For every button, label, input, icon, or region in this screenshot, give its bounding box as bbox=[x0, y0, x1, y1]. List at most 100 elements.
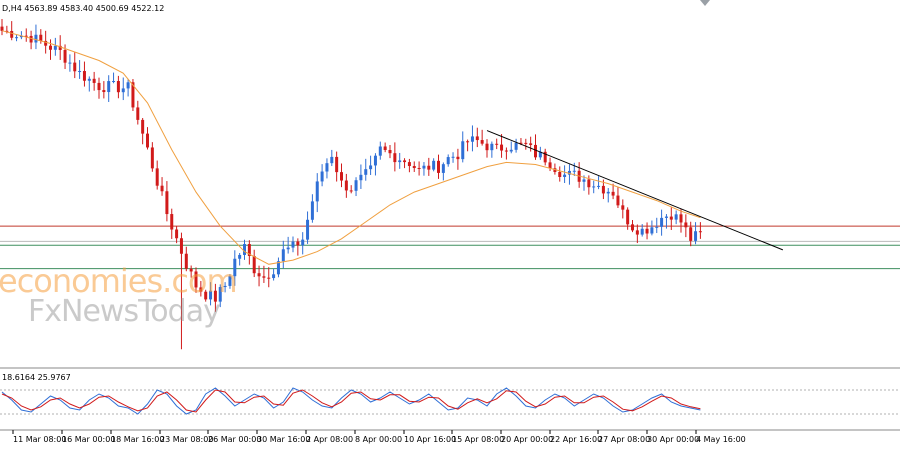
candle-body bbox=[572, 170, 576, 172]
candle-body bbox=[34, 34, 38, 43]
candle-body bbox=[412, 166, 416, 168]
candle-body bbox=[29, 35, 33, 43]
candle-body bbox=[160, 185, 164, 192]
candle-body bbox=[466, 141, 470, 143]
x-tick-label: 20 Apr 00:00 bbox=[501, 435, 553, 444]
price-header: D,H4 4563.89 4583.40 4500.69 4522.12 bbox=[2, 4, 165, 13]
candle-body bbox=[165, 191, 169, 215]
candle-body bbox=[597, 185, 601, 187]
candle-body bbox=[107, 81, 111, 93]
candle-body bbox=[252, 256, 256, 274]
candle-body bbox=[281, 249, 285, 262]
candle-body bbox=[427, 165, 431, 170]
candle-body bbox=[310, 201, 314, 220]
candle-body bbox=[660, 217, 664, 227]
candle-body bbox=[262, 276, 266, 278]
candle-body bbox=[698, 231, 702, 233]
candle-body bbox=[68, 62, 72, 64]
x-tick-label: 18 Mar 16:00 bbox=[111, 435, 164, 444]
candle-body bbox=[10, 31, 14, 38]
candle-body bbox=[354, 180, 358, 191]
candle-body bbox=[63, 49, 67, 63]
candle-body bbox=[470, 136, 474, 142]
candle-body bbox=[432, 160, 436, 170]
candle-body bbox=[529, 143, 533, 145]
candle-body bbox=[170, 214, 174, 230]
candle-body bbox=[480, 140, 484, 144]
candle-body bbox=[102, 90, 106, 93]
candle-body bbox=[87, 78, 91, 81]
candle-body bbox=[373, 155, 377, 166]
stochastic-header: 18.6164 25.9767 bbox=[2, 373, 71, 382]
candle-body bbox=[121, 88, 125, 93]
stochastic-main-line bbox=[1, 387, 701, 415]
x-tick-label: 11 Mar 08:00 bbox=[13, 435, 66, 444]
candle-body bbox=[611, 191, 615, 196]
candle-body bbox=[587, 179, 591, 188]
candle-body bbox=[301, 239, 305, 246]
candle-body bbox=[155, 168, 159, 186]
candle-body bbox=[684, 222, 688, 228]
candle-body bbox=[655, 226, 659, 228]
candle-body bbox=[320, 171, 324, 182]
candle-body bbox=[97, 82, 101, 91]
candle-body bbox=[179, 238, 183, 254]
candle-body bbox=[325, 163, 329, 172]
candle-body bbox=[689, 227, 693, 241]
candle-body bbox=[267, 277, 271, 279]
candle-body bbox=[417, 167, 421, 169]
chart-window[interactable]: 11 Mar 08:00 16 Mar 00:00 18 Mar 16:00 23 M… bbox=[0, 0, 900, 450]
candle-body bbox=[175, 229, 179, 239]
candle-body bbox=[664, 216, 668, 218]
candle-body bbox=[592, 186, 596, 188]
candle-body bbox=[15, 37, 19, 39]
candle-body bbox=[306, 219, 310, 240]
chart-shift-marker-icon[interactable] bbox=[700, 0, 710, 6]
candle-body bbox=[548, 162, 552, 169]
price-chart[interactable]: 11 Mar 08:0016 Mar 00:0018 Mar 16:0023 M… bbox=[0, 0, 900, 450]
candle-body bbox=[146, 133, 149, 148]
candle-body bbox=[141, 119, 145, 134]
x-tick-label: 22 Apr 16:00 bbox=[550, 435, 602, 444]
candle-body bbox=[694, 231, 698, 241]
candle-body bbox=[504, 150, 508, 152]
candle-body bbox=[150, 147, 154, 169]
candle-body bbox=[388, 149, 392, 154]
candle-body bbox=[39, 34, 43, 41]
x-tick-label: 27 Apr 08:00 bbox=[598, 435, 650, 444]
candle-body bbox=[446, 157, 450, 165]
x-tick-label: 30 Mar 16:00 bbox=[257, 435, 310, 444]
candle-body bbox=[359, 174, 363, 181]
candle-body bbox=[369, 165, 373, 170]
candle-body bbox=[112, 81, 116, 83]
candle-body bbox=[490, 143, 494, 151]
candle-body bbox=[364, 169, 368, 175]
candle-body bbox=[383, 146, 387, 150]
candle-body bbox=[296, 241, 300, 246]
candle-body bbox=[500, 144, 504, 151]
candle-body bbox=[509, 149, 513, 152]
candle-body bbox=[335, 156, 339, 173]
stochastic-signal-line bbox=[1, 389, 701, 413]
candle-body bbox=[136, 107, 140, 120]
candle-body bbox=[495, 143, 499, 145]
candle-body bbox=[238, 254, 242, 259]
candle-body bbox=[475, 136, 479, 141]
x-tick-label: 2 Apr 08:00 bbox=[306, 435, 353, 444]
candle-body bbox=[286, 247, 290, 250]
candle-body bbox=[315, 181, 319, 202]
candle-body bbox=[534, 144, 537, 158]
candle-body bbox=[422, 165, 426, 169]
candle-body bbox=[461, 141, 465, 160]
candle-body bbox=[437, 160, 440, 173]
candle-body bbox=[53, 45, 57, 50]
candle-body bbox=[582, 179, 586, 182]
candle-body bbox=[272, 274, 276, 279]
candle-body bbox=[49, 45, 52, 50]
candle-body bbox=[407, 162, 411, 167]
candle-body bbox=[291, 241, 295, 248]
x-tick-label: 26 Mar 00:00 bbox=[208, 435, 261, 444]
candle-body bbox=[601, 185, 605, 194]
candle-body bbox=[631, 224, 634, 231]
candle-body bbox=[0, 26, 4, 31]
